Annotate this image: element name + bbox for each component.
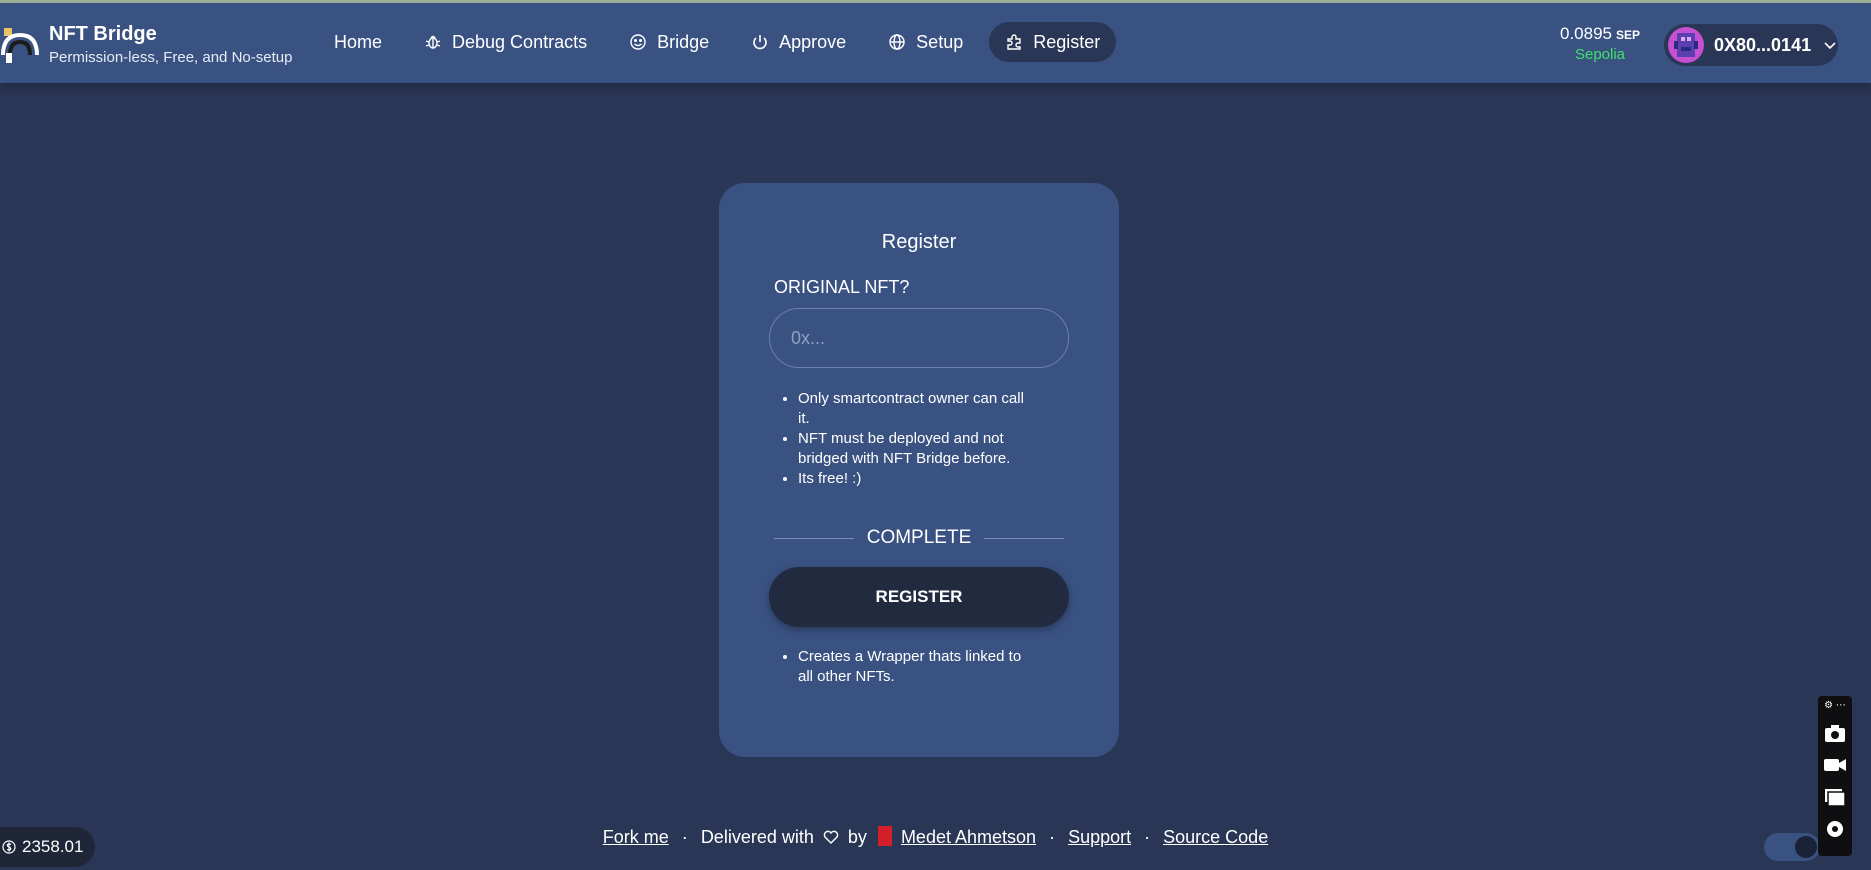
wallet-balance: 0.0895 SEP Sepolia bbox=[1560, 24, 1640, 63]
account-button[interactable]: 0X80...0141 bbox=[1664, 24, 1838, 66]
camera-icon[interactable] bbox=[1823, 722, 1847, 744]
author-link[interactable]: Medet Ahmetson bbox=[901, 827, 1036, 847]
avatar bbox=[1668, 27, 1704, 63]
nav-setup[interactable]: Setup bbox=[872, 22, 979, 62]
toggle-knob bbox=[1795, 836, 1817, 858]
nav-approve-label: Approve bbox=[779, 31, 847, 52]
nav-setup-label: Setup bbox=[916, 31, 964, 52]
nav-home[interactable]: Home bbox=[318, 22, 398, 62]
nav-debug-contracts[interactable]: Debug Contracts bbox=[408, 22, 603, 62]
footer: Fork me · Delivered with by Medet Ahmets… bbox=[0, 826, 1871, 848]
source-code-link[interactable]: Source Code bbox=[1163, 827, 1268, 847]
capture-toolbar: ⚙ ⋯ bbox=[1818, 696, 1852, 856]
flag-icon bbox=[877, 826, 892, 846]
settings-gear-icon[interactable] bbox=[1823, 818, 1847, 840]
eth-price-badge[interactable]: 2358.01 bbox=[0, 827, 95, 867]
network-name: Sepolia bbox=[1574, 46, 1626, 63]
balance-value: 0.0895 bbox=[1560, 24, 1612, 43]
original-nft-input[interactable] bbox=[769, 308, 1069, 368]
nav-bridge-label: Bridge bbox=[657, 31, 710, 52]
fork-me-link[interactable]: Fork me bbox=[603, 827, 669, 847]
video-icon[interactable] bbox=[1823, 754, 1847, 776]
support-link[interactable]: Support bbox=[1068, 827, 1131, 847]
delivered-text: Delivered with bbox=[700, 827, 814, 847]
note-item: Creates a Wrapper thats linked to all ot… bbox=[798, 647, 1038, 687]
nav-debug-label: Debug Contracts bbox=[452, 31, 588, 52]
brand-subtitle: Permission-less, Free, and No-setup bbox=[49, 49, 293, 66]
nav-register-label: Register bbox=[1033, 31, 1101, 52]
register-button[interactable]: REGISTER bbox=[769, 567, 1069, 627]
smile-icon bbox=[630, 34, 646, 50]
nav-bridge[interactable]: Bridge bbox=[613, 22, 725, 62]
chevron-down-icon bbox=[1824, 42, 1836, 50]
heart-icon bbox=[823, 830, 839, 844]
eth-price-value: 2358.01 bbox=[22, 837, 84, 856]
window-capture-icon[interactable] bbox=[1823, 786, 1847, 808]
footer-separator: · bbox=[1049, 827, 1056, 847]
bug-icon bbox=[425, 35, 441, 49]
dollar-icon bbox=[2, 840, 16, 854]
globe-icon bbox=[889, 34, 905, 50]
note-item: NFT must be deployed and not bridged wit… bbox=[798, 429, 1028, 469]
note-item: Only smartcontract owner can call it. bbox=[798, 389, 1028, 429]
account-address: 0X80...0141 bbox=[1714, 34, 1812, 55]
divider-line bbox=[984, 538, 1064, 539]
brand-title[interactable]: NFT Bridge bbox=[49, 23, 157, 46]
register-notes: Only smartcontract owner can call it. NF… bbox=[798, 389, 1028, 489]
card-title: Register bbox=[881, 231, 957, 253]
balance-unit: SEP bbox=[1616, 28, 1641, 42]
puzzle-icon bbox=[1007, 34, 1021, 50]
by-text: by bbox=[847, 827, 867, 847]
nav-approve[interactable]: Approve bbox=[735, 22, 862, 62]
footer-separator: · bbox=[681, 827, 688, 847]
complete-divider: COMPLETE bbox=[774, 527, 1064, 549]
nav-register[interactable]: Register bbox=[989, 22, 1117, 62]
more-icon[interactable]: ⚙ ⋯ bbox=[1824, 700, 1846, 712]
footer-separator: · bbox=[1144, 827, 1151, 847]
register-result-notes: Creates a Wrapper thats linked to all ot… bbox=[798, 647, 1038, 687]
nft-bridge-logo-icon[interactable] bbox=[0, 25, 40, 65]
power-icon bbox=[753, 35, 767, 50]
original-nft-label: ORIGINAL NFT? bbox=[774, 277, 910, 297]
main-nav: Home Debug Contracts Bridge Approve Setu… bbox=[318, 22, 1117, 62]
theme-toggle[interactable] bbox=[1764, 833, 1820, 861]
register-card: Register ORIGINAL NFT? Only smartcontrac… bbox=[719, 183, 1119, 757]
header: NFT Bridge Permission-less, Free, and No… bbox=[0, 3, 1871, 83]
nav-home-label: Home bbox=[334, 31, 383, 52]
note-item: Its free! :) bbox=[798, 469, 1028, 489]
